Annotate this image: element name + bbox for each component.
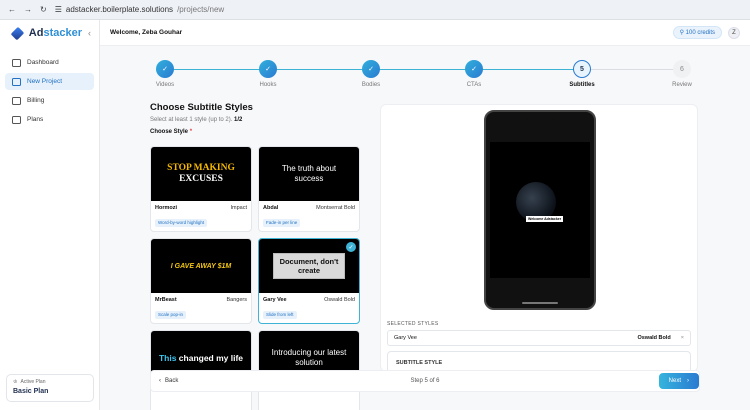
selection-count: 1/2 bbox=[234, 117, 243, 123]
subtitle-style-box: SUBTITLE STYLE bbox=[387, 351, 691, 371]
sidebar-item-dashboard[interactable]: Dashboard bbox=[5, 54, 94, 71]
welcome-text: Welcome, Zeba Gouhar bbox=[110, 29, 183, 36]
reload-icon[interactable]: ↻ bbox=[40, 5, 47, 14]
style-name: MrBeast bbox=[155, 297, 177, 303]
style-preview: Document, don't create bbox=[259, 239, 359, 293]
top-header: Welcome, Zeba Gouhar ⚲ 100 credits Z bbox=[100, 20, 750, 46]
url-path: /projects/new bbox=[177, 5, 225, 14]
credits-badge[interactable]: ⚲ 100 credits bbox=[672, 26, 722, 39]
dashboard-icon bbox=[12, 58, 21, 67]
video-preview[interactable]: Welcome Adstacker bbox=[490, 142, 590, 278]
style-font: Bangers bbox=[226, 297, 248, 303]
step-subtitles[interactable]: 5 Subtitles bbox=[552, 60, 612, 88]
style-name: Hormozi bbox=[155, 205, 177, 211]
back-button[interactable]: ‹ Back bbox=[159, 378, 178, 384]
style-card-mrbeast[interactable]: I GAVE AWAY $1M MrBeast Bangers Scale pop… bbox=[150, 238, 252, 324]
style-preview: I GAVE AWAY $1M bbox=[151, 239, 251, 293]
step-number: 6 bbox=[673, 60, 691, 78]
url-host: adstacker.boilerplate.solutions bbox=[65, 5, 174, 14]
adstacker-logo-icon bbox=[10, 26, 25, 40]
selected-style-row: Gary Vee Oswald Bold × bbox=[387, 330, 691, 346]
brand-name: Adstacker bbox=[28, 27, 82, 39]
chevron-right-icon: › bbox=[687, 378, 689, 384]
back-arrow-icon[interactable]: ← bbox=[8, 5, 16, 14]
preview-panel: Welcome Adstacker SELECTED STYLES Gary V… bbox=[380, 104, 698, 372]
style-font: Montserrat Bold bbox=[316, 205, 355, 211]
selected-style-font: Oswald Bold bbox=[637, 335, 671, 341]
home-indicator bbox=[522, 302, 558, 304]
style-card-gary-vee[interactable]: Document, don't create ✓ Gary Vee Oswald B… bbox=[258, 238, 360, 324]
active-plan-label: Active Plan bbox=[20, 379, 46, 385]
brand[interactable]: Adstacker ‹ bbox=[0, 20, 99, 46]
style-font: Oswald Bold bbox=[324, 297, 355, 303]
sidebar-menu: Dashboard New Project Billing Plans bbox=[0, 54, 99, 128]
site-info-icon[interactable]: ☰ bbox=[55, 5, 62, 14]
next-button[interactable]: Next › bbox=[658, 373, 699, 389]
browser-nav: ← → ↻ bbox=[8, 5, 47, 14]
step-review[interactable]: 6 Review bbox=[652, 60, 712, 88]
sidebar-item-billing[interactable]: Billing bbox=[5, 92, 94, 109]
forward-arrow-icon[interactable]: → bbox=[24, 5, 32, 14]
progress-stepper: ✓ Videos ✓ Hooks ✓ Bodies ✓ CTAs 5 Subti… bbox=[130, 56, 700, 96]
check-icon: ✓ bbox=[465, 60, 483, 78]
subtitle-style-panel: Choose Subtitle Styles Select at least 1… bbox=[150, 102, 362, 410]
remove-style-icon[interactable]: × bbox=[681, 335, 684, 341]
main-content: ✓ Videos ✓ Hooks ✓ Bodies ✓ CTAs 5 Subti… bbox=[100, 46, 750, 410]
plans-icon bbox=[12, 115, 21, 124]
style-font: Impact bbox=[230, 205, 247, 211]
style-name: Abdal bbox=[263, 205, 279, 211]
preview-subtitle: Welcome Adstacker bbox=[526, 216, 564, 222]
phone-notch bbox=[522, 112, 558, 120]
step-hooks[interactable]: ✓ Hooks bbox=[238, 60, 298, 88]
active-plan-value: Basic Plan bbox=[13, 388, 49, 395]
style-preview: STOP MAKING EXCUSES bbox=[151, 147, 251, 201]
choose-style-label: Choose Style * bbox=[150, 129, 193, 135]
required-mark: * bbox=[189, 129, 193, 135]
style-name: Gary Vee bbox=[263, 297, 287, 303]
style-card-hormozi[interactable]: STOP MAKING EXCUSES Hormozi Impact Word-by… bbox=[150, 146, 252, 232]
new-project-icon bbox=[12, 77, 21, 86]
chevron-left-icon: ‹ bbox=[159, 378, 161, 384]
sidebar-item-plans[interactable]: Plans bbox=[5, 111, 94, 128]
animation-tag: Fade-in per line bbox=[263, 218, 301, 227]
phone-preview: Welcome Adstacker bbox=[484, 110, 596, 310]
animation-tag: Word-by-word highlight bbox=[155, 218, 208, 227]
selected-check-icon: ✓ bbox=[346, 242, 356, 252]
step-number: 5 bbox=[573, 60, 591, 78]
animation-tag: Scale pop-in bbox=[155, 310, 187, 319]
browser-toolbar: ← → ↻ ☰ adstacker.boilerplate.solutions /… bbox=[0, 0, 750, 326]
selected-style-name: Gary Vee bbox=[394, 335, 417, 341]
collapse-sidebar-icon[interactable]: ‹ bbox=[88, 28, 91, 38]
panel-title: Choose Subtitle Styles bbox=[150, 102, 253, 113]
active-plan-card[interactable]: ♔ Active Plan Basic Plan bbox=[6, 374, 94, 402]
animation-tag: Slide from left bbox=[263, 310, 297, 319]
check-icon: ✓ bbox=[156, 60, 174, 78]
selected-styles-title: SELECTED STYLES bbox=[387, 321, 439, 327]
wizard-footer: ‹ Back Step 5 of 6 Next › bbox=[150, 370, 700, 392]
step-bodies[interactable]: ✓ Bodies bbox=[341, 60, 401, 88]
check-icon: ✓ bbox=[362, 60, 380, 78]
style-card-abdal[interactable]: The truth about success Abdal Montserrat B… bbox=[258, 146, 360, 232]
sidebar-item-new-project[interactable]: New Project bbox=[5, 73, 94, 90]
style-preview: The truth about success bbox=[259, 147, 359, 201]
address-bar[interactable]: ☰ adstacker.boilerplate.solutions/projec… bbox=[55, 5, 225, 14]
step-indicator: Step 5 of 6 bbox=[410, 378, 440, 384]
check-icon: ✓ bbox=[259, 60, 277, 78]
crown-icon: ♔ bbox=[13, 379, 18, 385]
step-videos[interactable]: ✓ Videos bbox=[135, 60, 195, 88]
step-ctas[interactable]: ✓ CTAs bbox=[444, 60, 504, 88]
billing-icon bbox=[12, 96, 21, 105]
sidebar: Adstacker ‹ Dashboard New Project Billin… bbox=[0, 20, 100, 410]
user-avatar[interactable]: Z bbox=[728, 26, 740, 39]
selection-hint: Select at least 1 style (up to 2). 1/2 bbox=[150, 117, 243, 123]
